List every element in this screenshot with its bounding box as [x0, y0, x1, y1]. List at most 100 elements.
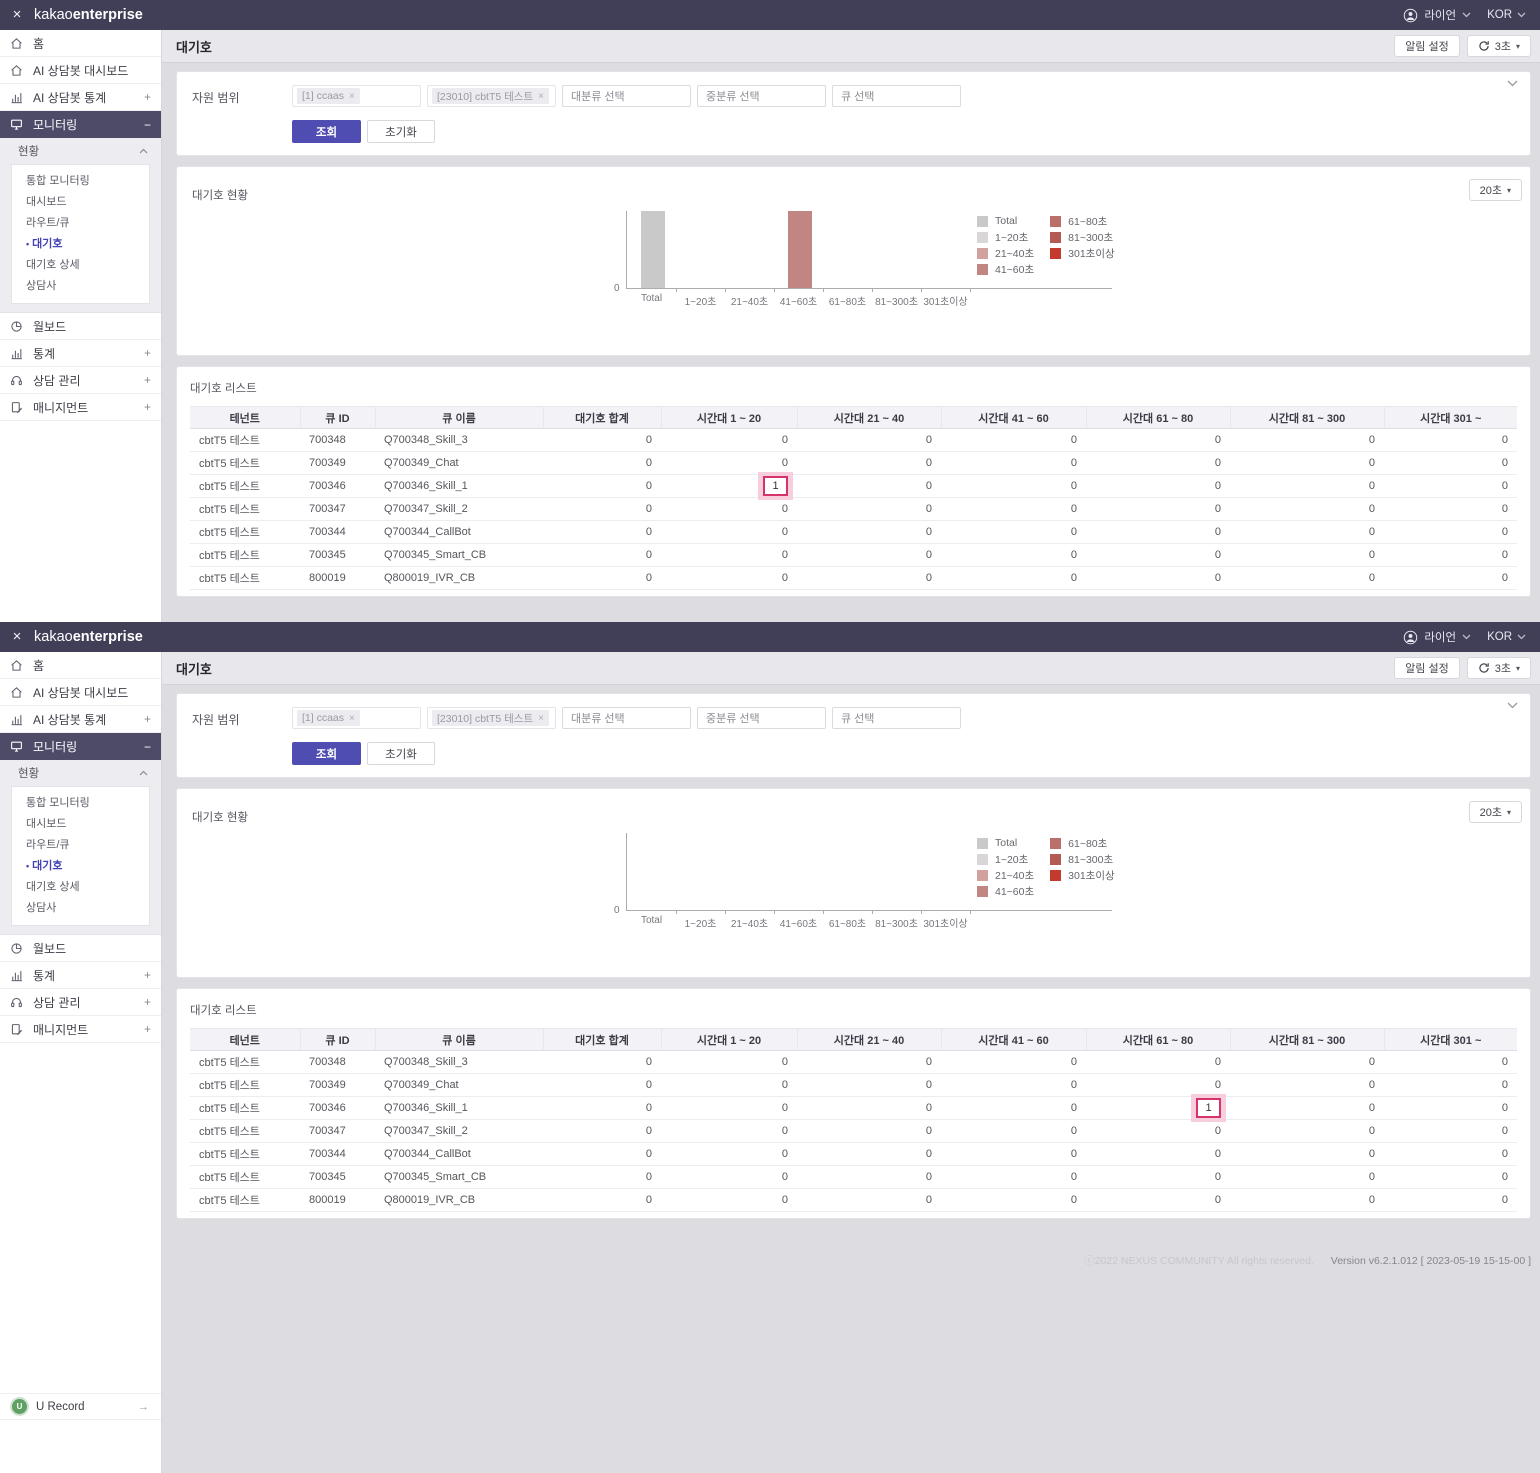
submenu-item[interactable]: 상담사: [12, 898, 149, 919]
user-menu[interactable]: 라이언: [1403, 7, 1471, 23]
legend-item: 81~300초: [1050, 229, 1115, 245]
sidebar-item-monitor[interactable]: 모니터링−: [0, 111, 161, 138]
queue-status-panel: 대기호 현황 20초 ▾ 0 Total1~20초21~40초41~60초61~…: [176, 788, 1531, 978]
home-icon: [10, 37, 25, 50]
table-cell: 0: [1384, 452, 1517, 475]
legend-label: 21~40초: [995, 868, 1034, 883]
sidebar-item-home[interactable]: AI 상담봇 대시보드: [0, 679, 161, 706]
middle-category-select[interactable]: 중분류 선택: [697, 85, 826, 107]
user-menu[interactable]: 라이언: [1403, 629, 1471, 645]
sidebar-item-u-record[interactable]: U U Record →: [0, 1393, 161, 1420]
legend-swatch: [1050, 838, 1061, 849]
submenu-item[interactable]: •대기호: [12, 234, 149, 255]
column-header: 큐 ID: [300, 407, 375, 429]
table-cell: 0: [941, 1074, 1086, 1097]
chart-icon: [10, 969, 25, 982]
submenu-header[interactable]: 현황: [0, 138, 161, 164]
highlight-value: 1: [1196, 1098, 1221, 1118]
submenu-item[interactable]: •대기호: [12, 856, 149, 877]
submenu-item[interactable]: 대시보드: [12, 814, 149, 835]
sidebar-item-home[interactable]: 홈: [0, 30, 161, 57]
table-cell: 0: [1384, 429, 1517, 452]
table-cell: 0: [1230, 475, 1384, 498]
resource-scope-input-1[interactable]: [1] ccaas×: [292, 85, 421, 107]
alarm-settings-button[interactable]: 알림 설정: [1394, 35, 1460, 57]
sidebar-item-home[interactable]: 홈: [0, 652, 161, 679]
search-button[interactable]: 조회: [292, 742, 361, 765]
sidebar-item-doc[interactable]: 매니지먼트+: [0, 1016, 161, 1043]
submenu-header[interactable]: 현황: [0, 760, 161, 786]
resource-scope-input-2[interactable]: [23010] cbtT5 테스트×: [427, 707, 556, 729]
tag-close-icon[interactable]: ×: [538, 713, 544, 724]
submenu-item[interactable]: 대시보드: [12, 192, 149, 213]
table-cell: cbtT5 테스트: [190, 1143, 300, 1166]
navbar-right: 라이언 KOR: [1403, 629, 1526, 645]
app-window: × kakaoenterprise 라이언 KOR 홈AI 상담봇 대시보드AI…: [0, 0, 1540, 622]
queue-select[interactable]: 큐 선택: [832, 707, 961, 729]
collapse-chevron-icon[interactable]: [1507, 702, 1518, 709]
table-row: cbtT5 테스트700346Q700346_Skill_10100000: [190, 475, 1517, 498]
language-selector[interactable]: KOR: [1487, 9, 1526, 21]
tag-close-icon[interactable]: ×: [349, 713, 355, 724]
submenu-item[interactable]: 통합 모니터링: [12, 171, 149, 192]
major-category-select[interactable]: 대분류 선택: [562, 85, 691, 107]
reset-button[interactable]: 초기화: [367, 742, 435, 765]
collapse-chevron-icon[interactable]: [1507, 80, 1518, 87]
legend-item: 301초이상: [1050, 867, 1115, 883]
filter-buttons: 조회 초기화: [292, 742, 1515, 765]
refresh-interval-button[interactable]: 3초 ▾: [1467, 657, 1531, 679]
sidebar-item-pie[interactable]: 월보드: [0, 935, 161, 962]
sidebar-item-home[interactable]: AI 상담봇 대시보드: [0, 57, 161, 84]
submenu-item[interactable]: 대기호 상세: [12, 255, 149, 276]
table-cell: Q700346_Skill_1: [375, 475, 543, 498]
submenu-item[interactable]: 통합 모니터링: [12, 793, 149, 814]
tag-close-icon[interactable]: ×: [349, 91, 355, 102]
tag-close-icon[interactable]: ×: [538, 91, 544, 102]
resource-scope-input-1[interactable]: [1] ccaas×: [292, 707, 421, 729]
refresh-icon: [1478, 662, 1490, 674]
table-head: 테넌트큐 ID큐 이름대기호 합계시간대 1 ~ 20시간대 21 ~ 40시간…: [190, 1029, 1517, 1051]
sidebar-item-doc[interactable]: 매니지먼트+: [0, 394, 161, 421]
sidebar-item-chart[interactable]: AI 상담봇 통계+: [0, 84, 161, 111]
sidebar-item-headset[interactable]: 상담 관리+: [0, 367, 161, 394]
close-icon[interactable]: ×: [0, 0, 34, 30]
alarm-settings-button[interactable]: 알림 설정: [1394, 657, 1460, 679]
monitor-icon: [10, 740, 25, 753]
major-category-select[interactable]: 대분류 선택: [562, 707, 691, 729]
search-button[interactable]: 조회: [292, 120, 361, 143]
sidebar-item-chart[interactable]: 통계+: [0, 340, 161, 367]
main-area: 대기호 알림 설정 3초 ▾ 자원 범위: [162, 652, 1540, 1473]
table-cell: 0: [1230, 1143, 1384, 1166]
column-header: 테넌트: [190, 1029, 300, 1051]
sidebar-item-chart[interactable]: 통계+: [0, 962, 161, 989]
chart-interval-button[interactable]: 20초 ▾: [1469, 179, 1522, 201]
highlight-box: 1: [758, 472, 793, 500]
table-cell: 700344: [300, 1143, 375, 1166]
language-selector[interactable]: KOR: [1487, 631, 1526, 643]
sidebar-item-chart[interactable]: AI 상담봇 통계+: [0, 706, 161, 733]
submenu-item[interactable]: 라우트/큐: [12, 213, 149, 234]
language-label: KOR: [1487, 9, 1512, 21]
submenu-item[interactable]: 상담사: [12, 276, 149, 297]
resource-scope-input-2[interactable]: [23010] cbtT5 테스트×: [427, 85, 556, 107]
submenu-item[interactable]: 대기호 상세: [12, 877, 149, 898]
table-cell: 0: [941, 1143, 1086, 1166]
table-cell: Q700348_Skill_3: [375, 429, 543, 452]
sidebar-item-pie[interactable]: 월보드: [0, 313, 161, 340]
chart-icon: [10, 713, 25, 726]
queue-select[interactable]: 큐 선택: [832, 85, 961, 107]
sidebar-item-monitor[interactable]: 모니터링−: [0, 733, 161, 760]
table-cell: 0: [797, 429, 941, 452]
close-icon[interactable]: ×: [0, 622, 34, 652]
expand-indicator: +: [144, 346, 151, 360]
chart-interval-button[interactable]: 20초 ▾: [1469, 801, 1522, 823]
table-cell: 0: [797, 1166, 941, 1189]
submenu-item[interactable]: 라우트/큐: [12, 835, 149, 856]
refresh-interval-button[interactable]: 3초 ▾: [1467, 35, 1531, 57]
sidebar-item-headset[interactable]: 상담 관리+: [0, 989, 161, 1016]
legend-swatch: [1050, 248, 1061, 259]
table-cell: 0: [797, 544, 941, 567]
queue-status-panel: 대기호 현황 20초 ▾ 0 Total1~20초21~40초41~60초61~…: [176, 166, 1531, 356]
middle-category-select[interactable]: 중분류 선택: [697, 707, 826, 729]
reset-button[interactable]: 초기화: [367, 120, 435, 143]
